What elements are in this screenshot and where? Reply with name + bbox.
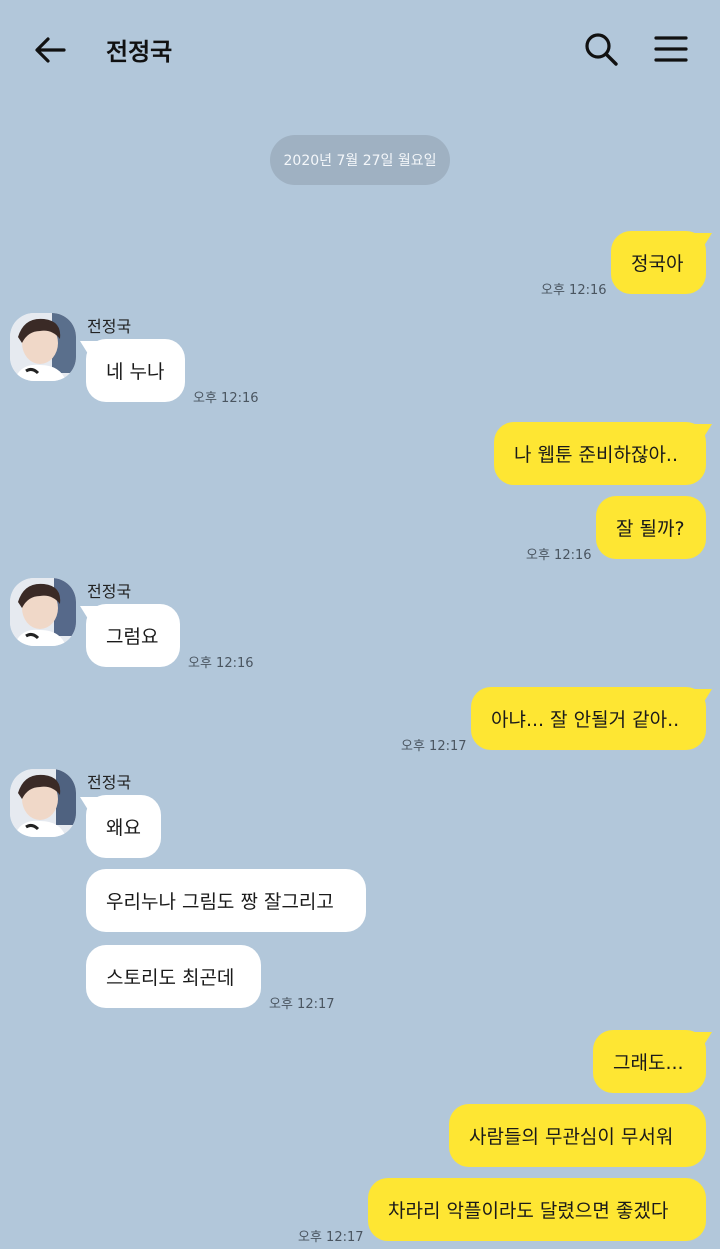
profile-photo (10, 313, 76, 381)
message-text: 잘 될까? (616, 518, 685, 540)
message-text: 스토리도 최곤데 (106, 967, 235, 989)
sender-name: 전정국 (87, 317, 132, 336)
message-text: 사람들의 무관심이 무서워 (469, 1126, 674, 1148)
my-message-bubble[interactable]: 사람들의 무관심이 무서워 (449, 1104, 706, 1167)
back-arrow-icon (35, 37, 66, 63)
my-message-bubble[interactable]: 나 웹툰 준비하잖아.. (494, 422, 712, 485)
their-message-bubble[interactable]: 왜요 (80, 795, 161, 858)
bubble-tail (80, 797, 98, 813)
their-message-bubble[interactable]: 네 누나 (80, 339, 185, 402)
message-text: 차라리 악플이라도 달렸으면 좋겠다 (388, 1200, 669, 1222)
message-time: 오후 12:16 (526, 548, 592, 563)
message-time: 오후 12:17 (269, 997, 335, 1012)
chat-title: 전정국 (106, 38, 173, 66)
bubble-tail (694, 1032, 712, 1048)
message-text: 그럼요 (106, 626, 159, 648)
their-message-bubble[interactable]: 스토리도 최곤데 (86, 945, 261, 1008)
message-text: 정국아 (631, 253, 684, 275)
message-text: 아냐... 잘 안될거 같아.. (491, 709, 680, 731)
my-message-bubble[interactable]: 차라리 악플이라도 달렸으면 좋겠다 (368, 1178, 706, 1241)
menu-icon (654, 36, 688, 62)
search-button[interactable] (578, 26, 624, 72)
my-message-bubble[interactable]: 잘 될까? (596, 496, 706, 559)
bubble-tail (694, 233, 712, 249)
sender-name: 전정국 (87, 582, 132, 601)
message-text: 우리누나 그림도 짱 잘그리고 (106, 891, 334, 913)
profile-photo (10, 769, 76, 837)
message-time: 오후 12:17 (298, 1230, 364, 1245)
message-time: 오후 12:17 (401, 739, 467, 754)
my-message-bubble[interactable]: 아냐... 잘 안될거 같아.. (471, 687, 712, 750)
message-text: 그래도... (613, 1052, 684, 1074)
bubble-tail (694, 689, 712, 705)
menu-button[interactable] (648, 26, 694, 72)
date-divider: 2020년 7월 27일 월요일 (270, 135, 450, 185)
their-message-bubble[interactable]: 그럼요 (80, 604, 180, 667)
chat-header: 전정국 (0, 0, 720, 100)
sender-name: 전정국 (87, 773, 132, 792)
message-text: 왜요 (106, 817, 141, 839)
avatar[interactable] (10, 578, 76, 646)
message-text: 네 누나 (106, 361, 165, 383)
message-text: 나 웹툰 준비하잖아.. (514, 444, 678, 466)
bubble-tail (80, 341, 98, 357)
message-time: 오후 12:16 (541, 283, 607, 298)
my-message-bubble[interactable]: 그래도... (593, 1030, 712, 1093)
their-message-bubble[interactable]: 우리누나 그림도 짱 잘그리고 (86, 869, 366, 932)
bubble-tail (694, 424, 712, 440)
search-icon (585, 33, 618, 66)
back-button[interactable] (26, 28, 74, 72)
bubble-tail (80, 606, 98, 622)
profile-photo (10, 578, 76, 646)
message-time: 오후 12:16 (188, 656, 254, 671)
message-time: 오후 12:16 (193, 391, 259, 406)
avatar[interactable] (10, 769, 76, 837)
avatar[interactable] (10, 313, 76, 381)
my-message-bubble[interactable]: 정국아 (611, 231, 712, 294)
